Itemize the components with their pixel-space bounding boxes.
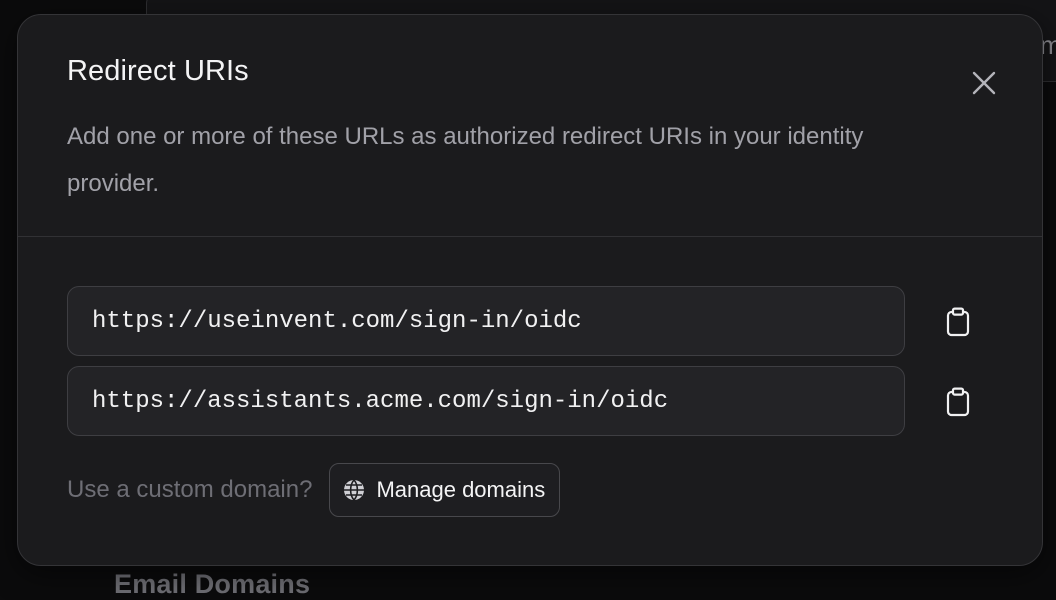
dialog-title: Redirect URIs (67, 55, 249, 87)
redirect-uris-dialog: Redirect URIs Add one or more of these U… (17, 14, 1043, 566)
divider (18, 236, 1042, 237)
redirect-uri-row: https://assistants.acme.com/sign-in/oidc (67, 366, 1007, 438)
manage-domains-label: Manage domains (376, 477, 546, 502)
copy-button[interactable] (941, 305, 975, 339)
custom-domain-prompt: Use a custom domain? (67, 476, 313, 503)
globe-icon (344, 479, 365, 501)
manage-domains-button[interactable]: Manage domains (329, 463, 561, 517)
custom-domain-row: Use a custom domain? Manage domains (67, 462, 561, 518)
clipboard-icon (946, 387, 970, 417)
redirect-uri-field[interactable]: https://assistants.acme.com/sign-in/oidc (67, 366, 905, 436)
redirect-uri-field[interactable]: https://useinvent.com/sign-in/oidc (67, 286, 905, 356)
clipboard-icon (946, 307, 970, 337)
copy-button[interactable] (941, 385, 975, 419)
background-section-heading: Email Domains (114, 569, 311, 599)
close-icon (972, 71, 996, 95)
redirect-uri-row: https://useinvent.com/sign-in/oidc (67, 286, 1007, 358)
dialog-description: Add one or more of these URLs as authori… (67, 123, 864, 197)
close-button[interactable] (968, 67, 1000, 99)
